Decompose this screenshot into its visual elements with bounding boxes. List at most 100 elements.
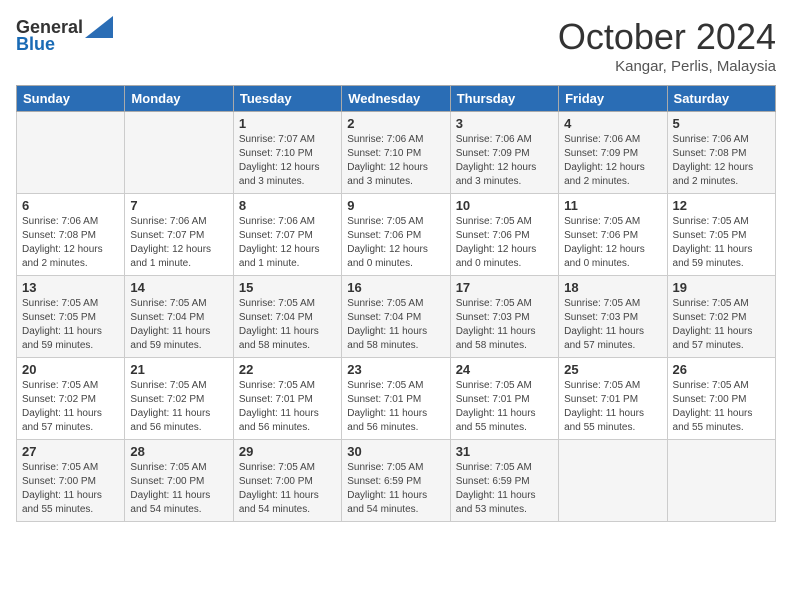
calendar-cell: 9 Sunrise: 7:05 AM Sunset: 7:06 PM Daylig… <box>342 194 450 276</box>
cell-content: Sunrise: 7:05 AM Sunset: 7:00 PM Dayligh… <box>239 461 336 517</box>
calendar-week-row: 27 Sunrise: 7:05 AM Sunset: 7:00 PM Dayli… <box>17 440 776 522</box>
calendar-cell: 12 Sunrise: 7:05 AM Sunset: 7:05 PM Dayli… <box>667 194 775 276</box>
cell-content: Sunrise: 7:05 AM Sunset: 7:06 PM Dayligh… <box>347 215 444 271</box>
day-number: 24 <box>456 362 553 377</box>
calendar-cell <box>125 112 233 194</box>
calendar-cell: 15Sunrise: 7:05 AM Sunset: 7:04 PM Dayli… <box>233 276 341 358</box>
day-header-tuesday: Tuesday <box>233 86 341 112</box>
calendar-cell: 6Sunrise: 7:06 AM Sunset: 7:08 PM Daylig… <box>17 194 125 276</box>
cell-content: Sunrise: 7:05 AM Sunset: 7:03 PM Dayligh… <box>564 297 661 353</box>
cell-content: Sunrise: 7:05 AM Sunset: 6:59 PM Dayligh… <box>347 461 444 517</box>
calendar-cell: 3 Sunrise: 7:06 AM Sunset: 7:09 PM Daylig… <box>450 112 558 194</box>
calendar-cell: 17 Sunrise: 7:05 AM Sunset: 7:03 PM Dayli… <box>450 276 558 358</box>
calendar-table: SundayMondayTuesdayWednesdayThursdayFrid… <box>16 85 776 522</box>
logo-blue: Blue <box>16 34 55 54</box>
day-number: 27 <box>22 444 119 459</box>
calendar-cell: 11Sunrise: 7:05 AM Sunset: 7:06 PM Dayli… <box>559 194 667 276</box>
calendar-cell: 28 Sunrise: 7:05 AM Sunset: 7:00 PM Dayli… <box>125 440 233 522</box>
day-header-saturday: Saturday <box>667 86 775 112</box>
cell-content: Sunrise: 7:05 AM Sunset: 7:03 PM Dayligh… <box>456 297 553 353</box>
day-number: 9 <box>347 198 444 213</box>
day-number: 1 <box>239 116 336 131</box>
cell-content: Sunrise: 7:06 AM Sunset: 7:09 PM Dayligh… <box>564 133 661 189</box>
calendar-cell: 1 Sunrise: 7:07 AM Sunset: 7:10 PM Daylig… <box>233 112 341 194</box>
day-number: 14 <box>130 280 227 295</box>
cell-content: Sunrise: 7:05 AM Sunset: 7:05 PM Dayligh… <box>673 215 770 271</box>
calendar-cell: 21 Sunrise: 7:05 AM Sunset: 7:02 PM Dayli… <box>125 358 233 440</box>
day-number: 19 <box>673 280 770 295</box>
logo: General Blue <box>16 16 113 55</box>
cell-content: Sunrise: 7:05 AM Sunset: 7:05 PM Dayligh… <box>22 297 119 353</box>
calendar-cell: 24 Sunrise: 7:05 AM Sunset: 7:01 PM Dayli… <box>450 358 558 440</box>
calendar-cell: 27 Sunrise: 7:05 AM Sunset: 7:00 PM Dayli… <box>17 440 125 522</box>
calendar-cell: 29 Sunrise: 7:05 AM Sunset: 7:00 PM Dayli… <box>233 440 341 522</box>
calendar-cell: 8 Sunrise: 7:06 AM Sunset: 7:07 PM Daylig… <box>233 194 341 276</box>
calendar-cell: 18 Sunrise: 7:05 AM Sunset: 7:03 PM Dayli… <box>559 276 667 358</box>
cell-content: Sunrise: 7:05 AM Sunset: 7:02 PM Dayligh… <box>22 379 119 435</box>
day-number: 16 <box>347 280 444 295</box>
calendar-cell: 5 Sunrise: 7:06 AM Sunset: 7:08 PM Daylig… <box>667 112 775 194</box>
calendar-cell: 2 Sunrise: 7:06 AM Sunset: 7:10 PM Daylig… <box>342 112 450 194</box>
day-number: 8 <box>239 198 336 213</box>
calendar-cell: 23 Sunrise: 7:05 AM Sunset: 7:01 PM Dayli… <box>342 358 450 440</box>
month-title: October 2024 <box>558 16 776 58</box>
calendar-cell <box>667 440 775 522</box>
day-number: 5 <box>673 116 770 131</box>
calendar-week-row: 1 Sunrise: 7:07 AM Sunset: 7:10 PM Daylig… <box>17 112 776 194</box>
calendar-cell: 26 Sunrise: 7:05 AM Sunset: 7:00 PM Dayli… <box>667 358 775 440</box>
calendar-cell: 4Sunrise: 7:06 AM Sunset: 7:09 PM Daylig… <box>559 112 667 194</box>
cell-content: Sunrise: 7:06 AM Sunset: 7:07 PM Dayligh… <box>239 215 336 271</box>
cell-content: Sunrise: 7:05 AM Sunset: 7:02 PM Dayligh… <box>130 379 227 435</box>
calendar-cell: 14Sunrise: 7:05 AM Sunset: 7:04 PM Dayli… <box>125 276 233 358</box>
day-number: 11 <box>564 198 661 213</box>
calendar-cell: 7Sunrise: 7:06 AM Sunset: 7:07 PM Daylig… <box>125 194 233 276</box>
day-number: 28 <box>130 444 227 459</box>
cell-content: Sunrise: 7:05 AM Sunset: 7:04 PM Dayligh… <box>347 297 444 353</box>
calendar-cell: 30Sunrise: 7:05 AM Sunset: 6:59 PM Dayli… <box>342 440 450 522</box>
cell-content: Sunrise: 7:05 AM Sunset: 7:06 PM Dayligh… <box>456 215 553 271</box>
day-header-wednesday: Wednesday <box>342 86 450 112</box>
cell-content: Sunrise: 7:06 AM Sunset: 7:10 PM Dayligh… <box>347 133 444 189</box>
calendar-cell: 16 Sunrise: 7:05 AM Sunset: 7:04 PM Dayli… <box>342 276 450 358</box>
day-number: 25 <box>564 362 661 377</box>
day-number: 12 <box>673 198 770 213</box>
day-number: 21 <box>130 362 227 377</box>
cell-content: Sunrise: 7:05 AM Sunset: 7:02 PM Dayligh… <box>673 297 770 353</box>
day-number: 15 <box>239 280 336 295</box>
cell-content: Sunrise: 7:06 AM Sunset: 7:09 PM Dayligh… <box>456 133 553 189</box>
day-number: 3 <box>456 116 553 131</box>
calendar-cell: 20 Sunrise: 7:05 AM Sunset: 7:02 PM Dayli… <box>17 358 125 440</box>
cell-content: Sunrise: 7:05 AM Sunset: 7:00 PM Dayligh… <box>130 461 227 517</box>
day-number: 7 <box>130 198 227 213</box>
page-header: General Blue October 2024 Kangar, Perlis… <box>16 16 776 75</box>
day-number: 20 <box>22 362 119 377</box>
cell-content: Sunrise: 7:05 AM Sunset: 7:01 PM Dayligh… <box>239 379 336 435</box>
cell-content: Sunrise: 7:05 AM Sunset: 6:59 PM Dayligh… <box>456 461 553 517</box>
cell-content: Sunrise: 7:06 AM Sunset: 7:08 PM Dayligh… <box>673 133 770 189</box>
cell-content: Sunrise: 7:05 AM Sunset: 7:00 PM Dayligh… <box>22 461 119 517</box>
day-number: 23 <box>347 362 444 377</box>
calendar-week-row: 20 Sunrise: 7:05 AM Sunset: 7:02 PM Dayli… <box>17 358 776 440</box>
day-header-friday: Friday <box>559 86 667 112</box>
day-number: 2 <box>347 116 444 131</box>
cell-content: Sunrise: 7:05 AM Sunset: 7:01 PM Dayligh… <box>456 379 553 435</box>
cell-content: Sunrise: 7:07 AM Sunset: 7:10 PM Dayligh… <box>239 133 336 189</box>
title-block: October 2024 Kangar, Perlis, Malaysia <box>558 16 776 75</box>
day-number: 31 <box>456 444 553 459</box>
day-number: 29 <box>239 444 336 459</box>
day-header-thursday: Thursday <box>450 86 558 112</box>
calendar-week-row: 6Sunrise: 7:06 AM Sunset: 7:08 PM Daylig… <box>17 194 776 276</box>
cell-content: Sunrise: 7:05 AM Sunset: 7:00 PM Dayligh… <box>673 379 770 435</box>
calendar-cell: 10Sunrise: 7:05 AM Sunset: 7:06 PM Dayli… <box>450 194 558 276</box>
cell-content: Sunrise: 7:05 AM Sunset: 7:01 PM Dayligh… <box>347 379 444 435</box>
day-number: 22 <box>239 362 336 377</box>
location: Kangar, Perlis, Malaysia <box>558 58 776 75</box>
day-number: 17 <box>456 280 553 295</box>
calendar-cell: 31 Sunrise: 7:05 AM Sunset: 6:59 PM Dayli… <box>450 440 558 522</box>
day-number: 13 <box>22 280 119 295</box>
calendar-cell: 13 Sunrise: 7:05 AM Sunset: 7:05 PM Dayli… <box>17 276 125 358</box>
calendar-cell: 22 Sunrise: 7:05 AM Sunset: 7:01 PM Dayli… <box>233 358 341 440</box>
day-number: 18 <box>564 280 661 295</box>
day-number: 26 <box>673 362 770 377</box>
calendar-cell: 25Sunrise: 7:05 AM Sunset: 7:01 PM Dayli… <box>559 358 667 440</box>
